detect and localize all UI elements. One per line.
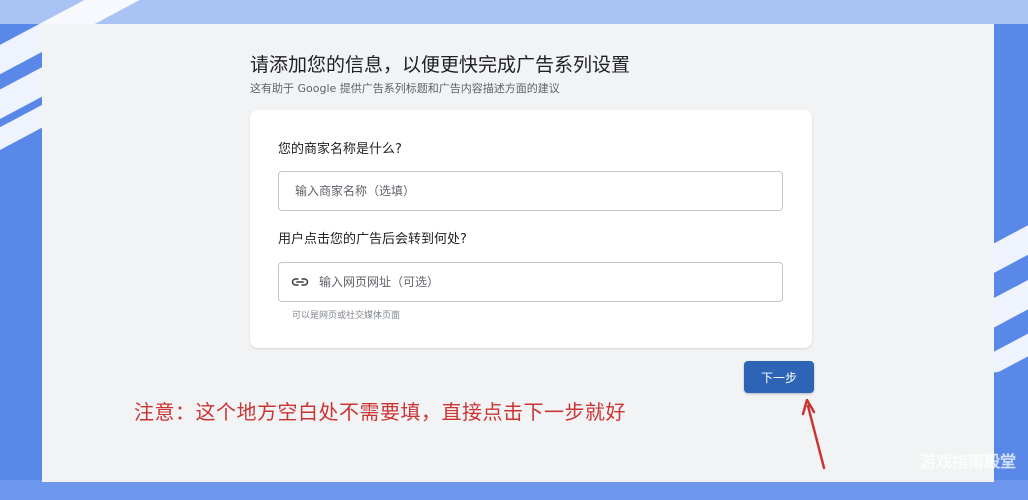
watermark: 游戏指南殿堂 [919,452,1016,471]
website-url-label: 用户点击您的广告后会转到何处? [278,232,467,247]
next-step-button[interactable]: 下一步 [744,361,814,393]
setup-panel: 请添加您的信息，以便更快完成广告系列设置 这有助于 Google 提供广告系列标… [42,24,994,482]
link-icon [291,278,309,286]
page-subtitle: 这有助于 Google 提供广告系列标题和广告内容描述方面的建议 [250,82,560,95]
business-name-field[interactable] [278,171,783,211]
background-bottom-strip [0,480,1028,500]
annotation-note: 注意：这个地方空白处不需要填，直接点击下一步就好 [134,400,626,424]
website-url-field[interactable] [278,262,783,302]
website-url-hint: 可以是网页或社交媒体页面 [292,311,401,321]
background-top-strip [0,0,1028,24]
business-info-card: 您的商家名称是什么? 用户点击您的广告后会转到何处? 可以是网页或社交媒体页面 [250,110,812,348]
business-name-label: 您的商家名称是什么? [278,142,402,157]
page-title: 请添加您的信息，以便更快完成广告系列设置 [250,54,631,76]
red-arrow-icon [801,398,826,470]
business-name-input[interactable] [293,183,782,199]
website-url-input[interactable] [317,274,782,290]
